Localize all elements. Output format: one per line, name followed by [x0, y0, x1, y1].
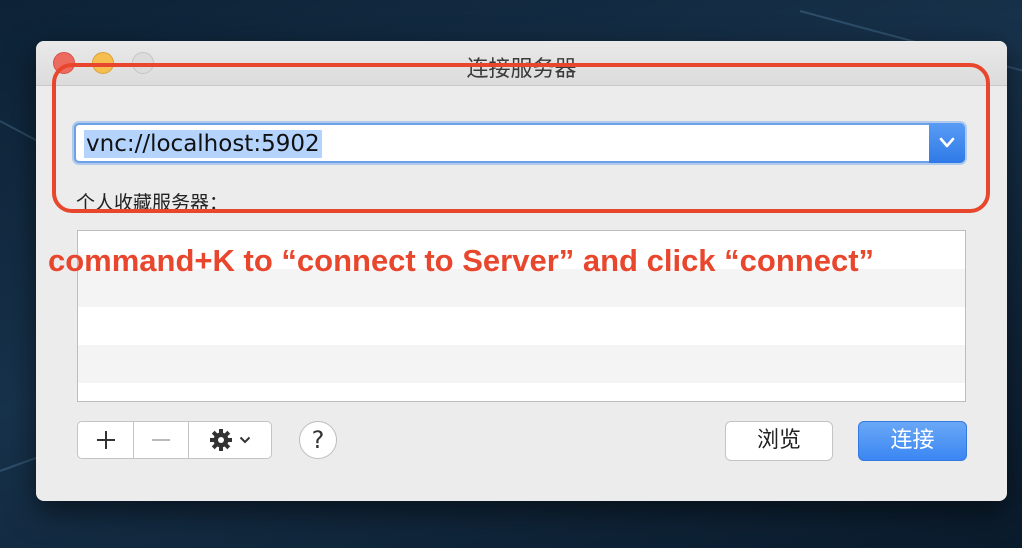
- browse-button[interactable]: 浏览: [725, 421, 833, 461]
- chevron-down-icon: [939, 137, 955, 148]
- action-menu-button[interactable]: [189, 422, 271, 458]
- favorite-servers-label: 个人收藏服务器：: [76, 192, 229, 214]
- favorites-toolbar: [77, 421, 272, 459]
- annotation-text: command+K to “connect to Server” and cli…: [48, 243, 875, 278]
- chevron-down-icon: [239, 436, 251, 444]
- server-address-field[interactable]: vnc://localhost:5902: [74, 123, 965, 163]
- server-address-value[interactable]: vnc://localhost:5902: [84, 130, 322, 158]
- connect-button[interactable]: 连接: [858, 421, 967, 461]
- gear-icon: [210, 429, 232, 451]
- add-favorite-button[interactable]: [78, 422, 134, 458]
- help-button[interactable]: ?: [299, 421, 337, 459]
- window-title: 连接服务器: [466, 57, 577, 82]
- remove-favorite-button[interactable]: [134, 422, 189, 458]
- minus-icon: [152, 439, 170, 441]
- plus-icon: [96, 431, 115, 449]
- connect-to-server-window: 连接服务器 vnc://localhost:5902 个人收藏服务器： comm…: [36, 41, 1007, 501]
- title-bar: 连接服务器: [36, 41, 1007, 86]
- list-row[interactable]: [78, 307, 965, 345]
- list-row[interactable]: [78, 345, 965, 383]
- recent-servers-dropdown-button[interactable]: [929, 123, 965, 163]
